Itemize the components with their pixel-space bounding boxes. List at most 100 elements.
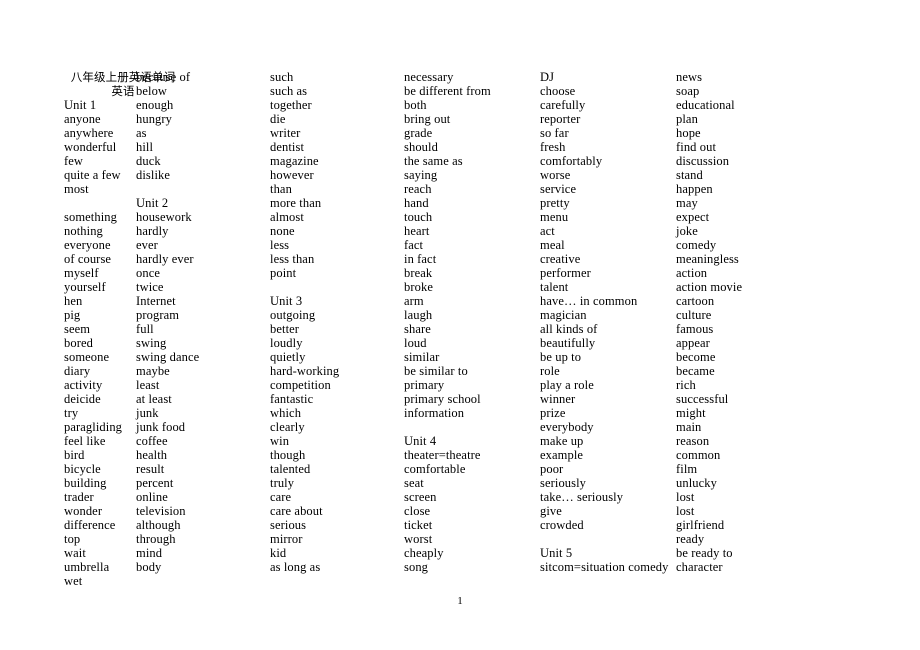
word-entry: health bbox=[136, 448, 168, 462]
word-entry: all kinds of bbox=[540, 322, 598, 336]
word-entry: twice bbox=[136, 280, 164, 294]
word-entry: kid bbox=[270, 546, 287, 560]
word-entry: maybe bbox=[136, 364, 170, 378]
word-entry: laugh bbox=[404, 308, 433, 322]
word-entry: most bbox=[64, 182, 89, 196]
word-entry: activity bbox=[64, 378, 103, 392]
word-entry: hungry bbox=[136, 112, 173, 126]
word-entry: touch bbox=[404, 210, 433, 224]
word-entry: feel like bbox=[64, 434, 106, 448]
word-entry: primary bbox=[404, 378, 445, 392]
word-entry: grade bbox=[404, 126, 433, 140]
word-entry: wait bbox=[64, 546, 86, 560]
word-entry: example bbox=[540, 448, 584, 462]
word-entry: loud bbox=[404, 336, 427, 350]
word-entry: pig bbox=[64, 308, 81, 322]
word-entry: least bbox=[136, 378, 160, 392]
word-list-columns: 八年级上册英语单词 英语 Unit 1 anyone anywhere wonderful… bbox=[0, 70, 920, 588]
word-entry: such as bbox=[270, 84, 308, 98]
word-entry: quietly bbox=[270, 350, 306, 364]
word-entry: swing bbox=[136, 336, 167, 350]
word-entry: lost bbox=[676, 504, 695, 518]
word-entry: broke bbox=[404, 280, 433, 294]
word-entry: talent bbox=[540, 280, 569, 294]
word-entry: television bbox=[136, 504, 186, 518]
word-entry: news bbox=[676, 70, 703, 84]
word-entry: together bbox=[270, 98, 312, 112]
word-entry: mind bbox=[136, 546, 163, 560]
word-entry: ready bbox=[676, 532, 705, 546]
word-entry: body bbox=[136, 560, 162, 574]
word-entry: comedy bbox=[676, 238, 717, 252]
word-entry: rich bbox=[676, 378, 696, 392]
word-entry: magician bbox=[540, 308, 587, 322]
word-entry: make up bbox=[540, 434, 584, 448]
word-entry: seem bbox=[64, 322, 91, 336]
word-entry: act bbox=[540, 224, 555, 238]
word-entry: ticket bbox=[404, 518, 433, 532]
word-entry: character bbox=[676, 560, 723, 574]
word-entry: swing dance bbox=[136, 350, 200, 364]
word-entry: program bbox=[136, 308, 180, 322]
word-entry: meal bbox=[540, 238, 565, 252]
word-entry: fantastic bbox=[270, 392, 314, 406]
word-entry: die bbox=[270, 112, 286, 126]
word-entry: in fact bbox=[404, 252, 437, 266]
word-entry: comfortably bbox=[540, 154, 603, 168]
word-entry: primary school bbox=[404, 392, 481, 406]
page-number: 1 bbox=[457, 595, 463, 607]
word-entry: bring out bbox=[404, 112, 451, 126]
word-entry: more than bbox=[270, 196, 322, 210]
word-entry: online bbox=[136, 490, 168, 504]
word-entry: outgoing bbox=[270, 308, 316, 322]
word-entry: Unit 5 bbox=[540, 546, 573, 560]
word-entry: be up to bbox=[540, 350, 582, 364]
word-entry: almost bbox=[270, 210, 304, 224]
word-entry: fact bbox=[404, 238, 424, 252]
word-entry: bicycle bbox=[64, 462, 101, 476]
word-entry: truly bbox=[270, 476, 295, 490]
word-entry: choose bbox=[540, 84, 576, 98]
word-entry: deicide bbox=[64, 392, 101, 406]
word-entry: arm bbox=[404, 294, 424, 308]
word-entry: win bbox=[270, 434, 290, 448]
word-entry: became bbox=[676, 364, 715, 378]
word-entry: talented bbox=[270, 462, 311, 476]
word-entry: Unit 2 bbox=[136, 196, 169, 210]
word-entry: film bbox=[676, 462, 698, 476]
word-entry: soap bbox=[676, 84, 700, 98]
word-entry: wonderful bbox=[64, 140, 117, 154]
column-6: news soap educational plan hope find out discu… bbox=[676, 70, 826, 574]
word-entry: reporter bbox=[540, 112, 581, 126]
word-entry: wonder bbox=[64, 504, 103, 518]
word-entry: performer bbox=[540, 266, 591, 280]
word-entry: so far bbox=[540, 126, 569, 140]
word-entry: break bbox=[404, 266, 433, 280]
word-entry: loudly bbox=[270, 336, 303, 350]
word-entry: the same as bbox=[404, 154, 463, 168]
word-entry: through bbox=[136, 532, 176, 546]
word-entry: take… seriously bbox=[540, 490, 624, 504]
word-entry: seriously bbox=[540, 476, 587, 490]
word-entry: both bbox=[404, 98, 427, 112]
word-entry: as long as bbox=[270, 560, 321, 574]
word-entry: Unit 1 bbox=[64, 98, 97, 112]
word-entry: serious bbox=[270, 518, 307, 532]
word-entry: famous bbox=[676, 322, 714, 336]
word-entry: winner bbox=[540, 392, 576, 406]
word-entry: result bbox=[136, 462, 165, 476]
column-1: 八年级上册英语单词 英语 Unit 1 anyone anywhere wonderful… bbox=[0, 70, 175, 588]
word-entry: paragliding bbox=[64, 420, 123, 434]
word-entry: become bbox=[676, 350, 716, 364]
word-entry: none bbox=[270, 224, 295, 238]
word-entry: Unit 3 bbox=[270, 294, 303, 308]
document-page: 八年级上册英语单词 英语 Unit 1 anyone anywhere wonderful… bbox=[0, 0, 920, 650]
word-entry: better bbox=[270, 322, 300, 336]
word-entry: heart bbox=[404, 224, 430, 238]
word-entry: crowded bbox=[540, 518, 584, 532]
column-3: such such as together die writer dentist magaz… bbox=[270, 70, 404, 574]
word-entry: be different from bbox=[404, 84, 491, 98]
word-entry: happen bbox=[676, 182, 713, 196]
